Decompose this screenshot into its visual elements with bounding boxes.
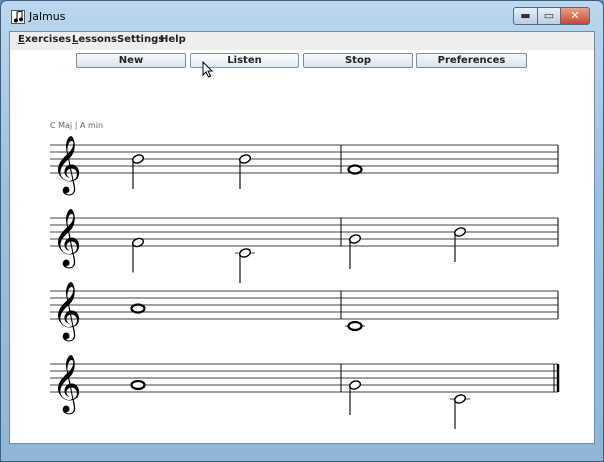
treble-clef-icon: 𝄞 bbox=[52, 281, 82, 342]
window-title: Jalmus bbox=[29, 10, 66, 23]
minimize-icon: ▬ bbox=[520, 9, 531, 22]
close-button[interactable]: ✕ bbox=[560, 7, 590, 25]
title-bar[interactable]: Jalmus ▬ ▭ ✕ bbox=[1, 1, 603, 31]
whole-note bbox=[130, 303, 146, 314]
mouse-pointer-icon bbox=[202, 61, 214, 78]
maximize-button[interactable]: ▭ bbox=[537, 7, 561, 25]
whole-note bbox=[347, 320, 363, 332]
close-icon: ✕ bbox=[570, 9, 580, 22]
whole-note bbox=[130, 379, 146, 391]
treble-clef-icon: 𝄞 bbox=[52, 354, 82, 415]
minimize-button[interactable]: ▬ bbox=[513, 7, 538, 25]
music-note-icon bbox=[11, 10, 25, 24]
app-window: Jalmus ▬ ▭ ✕ Exercises Lessons Settings … bbox=[0, 0, 604, 462]
client-area: Exercises Lessons Settings Help New List… bbox=[9, 31, 595, 444]
treble-clef-icon: 𝄞 bbox=[52, 208, 82, 269]
treble-clef-icon: 𝄞 bbox=[52, 135, 82, 196]
whole-note bbox=[347, 164, 363, 175]
maximize-icon: ▭ bbox=[543, 9, 555, 22]
music-staff-area: 𝄞 𝄞 𝄞 𝄞 bbox=[50, 135, 560, 429]
